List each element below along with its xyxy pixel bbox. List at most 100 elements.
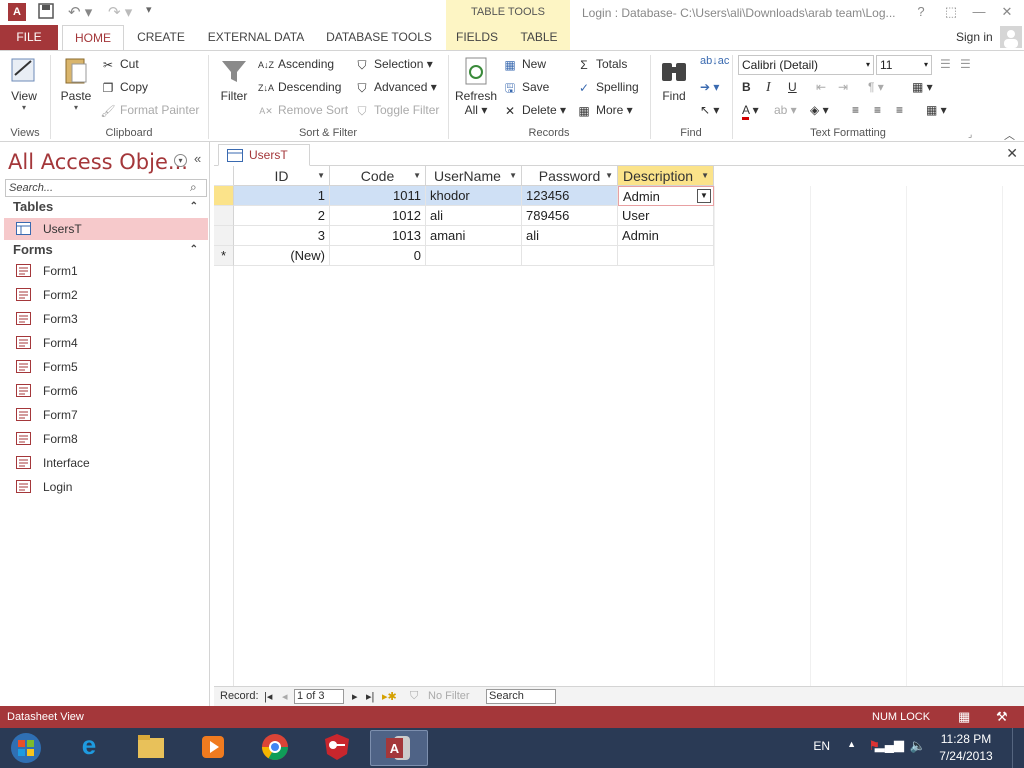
language-indicator[interactable]: EN — [813, 739, 830, 753]
chevron-down-icon[interactable]: ▼ — [317, 166, 325, 186]
table-cell-code[interactable]: 1013 — [330, 226, 426, 246]
decrease-indent-button[interactable]: ⇤ — [816, 80, 826, 94]
tab-external-data[interactable]: EXTERNAL DATA — [200, 25, 312, 50]
more-button[interactable]: ▦ More ▾ — [576, 103, 632, 118]
italic-button[interactable]: I — [766, 80, 771, 96]
chevron-down-icon[interactable]: ▼ — [413, 166, 421, 186]
table-cell-password[interactable]: 123456 — [522, 186, 618, 206]
paragraph-direction-button[interactable]: ¶ ▾ — [868, 80, 884, 94]
filter-button[interactable]: Filter — [216, 55, 252, 103]
go-to-button[interactable]: ➔ ▾ — [700, 80, 719, 94]
row-selector[interactable] — [214, 206, 234, 226]
nav-item-form2[interactable]: Form2 — [4, 284, 208, 306]
table-cell-password[interactable]: ali — [522, 226, 618, 246]
column-header-username[interactable]: UserName ▼ — [426, 166, 522, 186]
tab-table[interactable]: TABLE — [512, 25, 566, 50]
highlight-button[interactable]: ab ▾ — [774, 103, 797, 117]
delete-record-button[interactable]: ✕ Delete ▾ — [502, 103, 566, 118]
nav-item-form5[interactable]: Form5 — [4, 356, 208, 378]
datasheet-view-icon[interactable]: ▦ — [958, 709, 970, 725]
save-icon[interactable] — [38, 3, 54, 21]
table-cell-username[interactable]: khodor — [426, 186, 522, 206]
previous-record-icon[interactable]: ◂ — [282, 690, 288, 703]
table-cell-description[interactable]: Admin — [618, 226, 714, 246]
advanced-filter-button[interactable]: ⛉ Advanced ▾ — [354, 80, 436, 95]
nav-item-form3[interactable]: Form3 — [4, 308, 208, 330]
chevron-down-icon[interactable]: ▼ — [605, 166, 613, 186]
close-document-icon[interactable]: ✕ — [1006, 145, 1018, 162]
combo-dropdown-icon[interactable]: ▼ — [697, 189, 711, 203]
redo-icon[interactable]: ↷ ▾ — [108, 3, 132, 21]
access-app-icon[interactable]: A — [8, 3, 26, 21]
nav-item-form4[interactable]: Form4 — [4, 332, 208, 354]
taskbar-media-player[interactable] — [184, 730, 242, 766]
description-combo-cell[interactable]: Admin ▼ — [618, 186, 714, 206]
totals-button[interactable]: Σ Totals — [576, 57, 627, 72]
toggle-filter-button[interactable]: ⛉ Toggle Filter — [354, 103, 439, 118]
align-right-button[interactable]: ≡ — [896, 103, 903, 117]
alternate-row-color-button[interactable]: ▦ ▾ — [926, 103, 947, 117]
table-cell-username[interactable]: amani — [426, 226, 522, 246]
clock-date[interactable]: 7/24/2013 — [932, 749, 1000, 763]
table-cell-code[interactable]: 1011 — [330, 186, 426, 206]
start-button[interactable] — [4, 730, 48, 766]
refresh-all-button[interactable]: Refresh All ▾ — [454, 55, 498, 117]
volume-icon[interactable]: 🔈 — [910, 738, 926, 754]
view-button[interactable]: View ▾ — [6, 55, 42, 112]
increase-indent-button[interactable]: ⇥ — [838, 80, 848, 94]
tab-create[interactable]: CREATE — [132, 25, 190, 50]
new-blank-record-icon[interactable]: ▸✱ — [382, 690, 397, 703]
nav-item-form8[interactable]: Form8 — [4, 428, 208, 450]
background-color-button[interactable]: ◈ ▾ — [810, 103, 829, 117]
dialog-launcher-icon[interactable]: ⌟ — [968, 129, 972, 140]
bullets-button[interactable]: ☰ — [940, 57, 951, 71]
table-cell-code[interactable]: 1012 — [330, 206, 426, 226]
table-cell-password-new[interactable] — [522, 246, 618, 266]
undo-icon[interactable]: ↶ ▾ — [68, 3, 92, 21]
nav-search-input[interactable]: Search... — [5, 179, 207, 197]
network-signal-icon[interactable]: ▂▄▆ — [875, 737, 904, 753]
font-color-button[interactable]: A ▾ — [742, 103, 759, 120]
nav-item-userst[interactable]: UsersT — [4, 218, 208, 240]
show-desktop-button[interactable] — [1012, 728, 1024, 768]
align-left-button[interactable]: ≡ — [852, 103, 859, 117]
user-avatar[interactable] — [1000, 26, 1022, 48]
table-cell-id-new[interactable]: (New) — [234, 246, 330, 266]
remove-sort-button[interactable]: A✕ Remove Sort — [258, 103, 348, 118]
design-view-icon[interactable]: ⚒ — [996, 709, 1008, 725]
font-name-select[interactable]: Calibri (Detail) ▾ — [738, 55, 874, 75]
last-record-icon[interactable]: ▸| — [366, 690, 374, 703]
minimize-button[interactable]: — — [968, 3, 990, 21]
nav-item-form6[interactable]: Form6 — [4, 380, 208, 402]
nav-item-form7[interactable]: Form7 — [4, 404, 208, 426]
row-selector[interactable] — [214, 226, 234, 246]
chevron-down-icon[interactable]: ▼ — [701, 166, 709, 186]
table-cell-id[interactable]: 1 — [234, 186, 330, 206]
taskbar-internet-explorer[interactable]: e — [60, 730, 118, 766]
table-cell-description-new[interactable] — [618, 246, 714, 266]
format-painter-button[interactable]: 🖌 Format Painter — [100, 103, 199, 118]
tab-file[interactable]: FILE — [0, 25, 58, 50]
sign-in-link[interactable]: Sign in — [956, 25, 993, 50]
taskbar-security-app[interactable] — [308, 730, 366, 766]
nav-item-interface[interactable]: Interface — [4, 452, 208, 474]
replace-button[interactable]: ab↓ac — [700, 55, 729, 67]
first-record-icon[interactable]: |◂ — [264, 690, 272, 703]
nav-item-login[interactable]: Login — [4, 476, 208, 498]
find-button[interactable]: Find — [656, 55, 692, 103]
sort-ascending-button[interactable]: A↓Z Ascending — [258, 57, 334, 72]
ribbon-display-options-button[interactable]: ⬚ — [940, 3, 962, 21]
paste-button[interactable]: Paste ▾ — [58, 55, 94, 112]
chevron-down-icon[interactable]: ▼ — [509, 166, 517, 186]
nav-options-chevron-icon[interactable]: ▾ — [174, 154, 187, 167]
font-size-select[interactable]: 11 ▾ — [876, 55, 932, 75]
customize-quick-access-icon[interactable]: ▾ — [146, 3, 152, 21]
table-cell-id[interactable]: 2 — [234, 206, 330, 226]
nav-item-form1[interactable]: Form1 — [4, 260, 208, 282]
table-cell-password[interactable]: 789456 — [522, 206, 618, 226]
copy-button[interactable]: ❐ Copy — [100, 80, 148, 95]
nav-pane-title[interactable]: All Access Obje... — [8, 150, 188, 174]
new-record-button[interactable]: ▦ New — [502, 57, 546, 72]
close-window-button[interactable]: ✕ — [996, 3, 1018, 21]
help-button[interactable]: ? — [910, 3, 932, 21]
